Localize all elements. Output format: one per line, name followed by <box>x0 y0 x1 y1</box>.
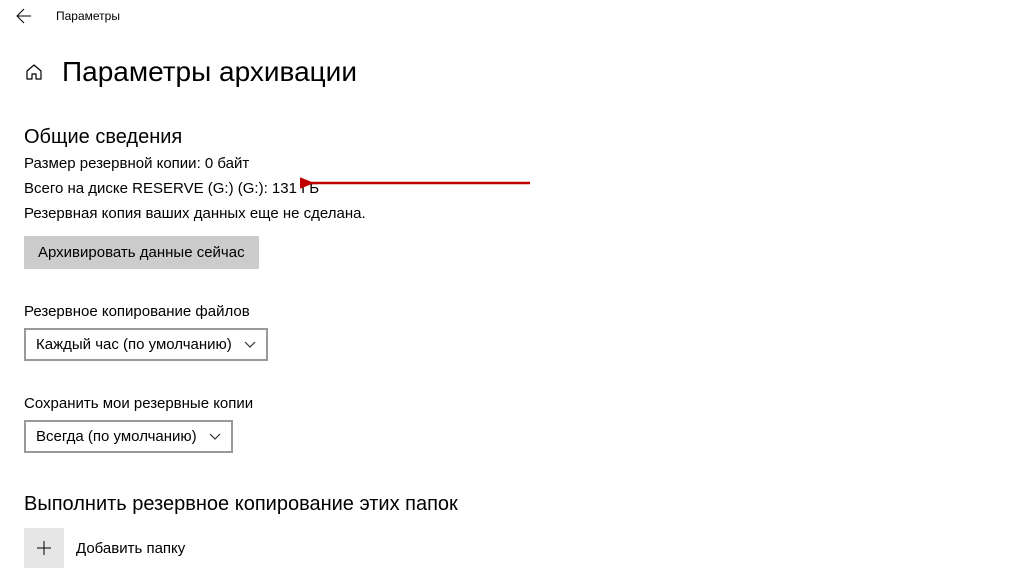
retention-value: Всегда (по умолчанию) <box>36 428 197 445</box>
add-folder-row: Добавить папку <box>24 528 1024 568</box>
plus-icon <box>36 540 52 556</box>
retention-group: Сохранить мои резервные копии Всегда (по… <box>24 395 1024 453</box>
backup-size-line: Размер резервной копии: 0 байт <box>24 155 1024 172</box>
page-header: Параметры архивации <box>24 56 1024 88</box>
backup-now-button[interactable]: Архивировать данные сейчас <box>24 236 259 269</box>
frequency-label: Резервное копирование файлов <box>24 303 1024 320</box>
arrow-left-icon <box>16 8 32 24</box>
retention-dropdown[interactable]: Всегда (по умолчанию) <box>24 420 233 453</box>
page-title: Параметры архивации <box>62 56 357 88</box>
add-folder-button[interactable] <box>24 528 64 568</box>
chevron-down-icon <box>244 336 256 353</box>
home-button[interactable] <box>24 62 44 82</box>
folders-heading: Выполнить резервное копирование этих пап… <box>24 493 1024 516</box>
back-button[interactable] <box>8 0 40 32</box>
frequency-dropdown[interactable]: Каждый час (по умолчанию) <box>24 328 268 361</box>
backup-status-line: Резервная копия ваших данных еще не сдел… <box>24 205 1024 222</box>
frequency-group: Резервное копирование файлов Каждый час … <box>24 303 1024 361</box>
chevron-down-icon <box>209 428 221 445</box>
titlebar: Параметры <box>0 0 1024 32</box>
home-icon <box>25 63 43 81</box>
add-folder-label: Добавить папку <box>76 540 185 557</box>
window-title: Параметры <box>56 9 120 23</box>
retention-label: Сохранить мои резервные копии <box>24 395 1024 412</box>
overview-heading: Общие сведения <box>24 126 1024 149</box>
content-area: Параметры архивации Общие сведения Разме… <box>0 32 1024 568</box>
disk-space-line: Всего на диске RESERVE (G:) (G:): 131 ГБ <box>24 180 1024 197</box>
frequency-value: Каждый час (по умолчанию) <box>36 336 232 353</box>
